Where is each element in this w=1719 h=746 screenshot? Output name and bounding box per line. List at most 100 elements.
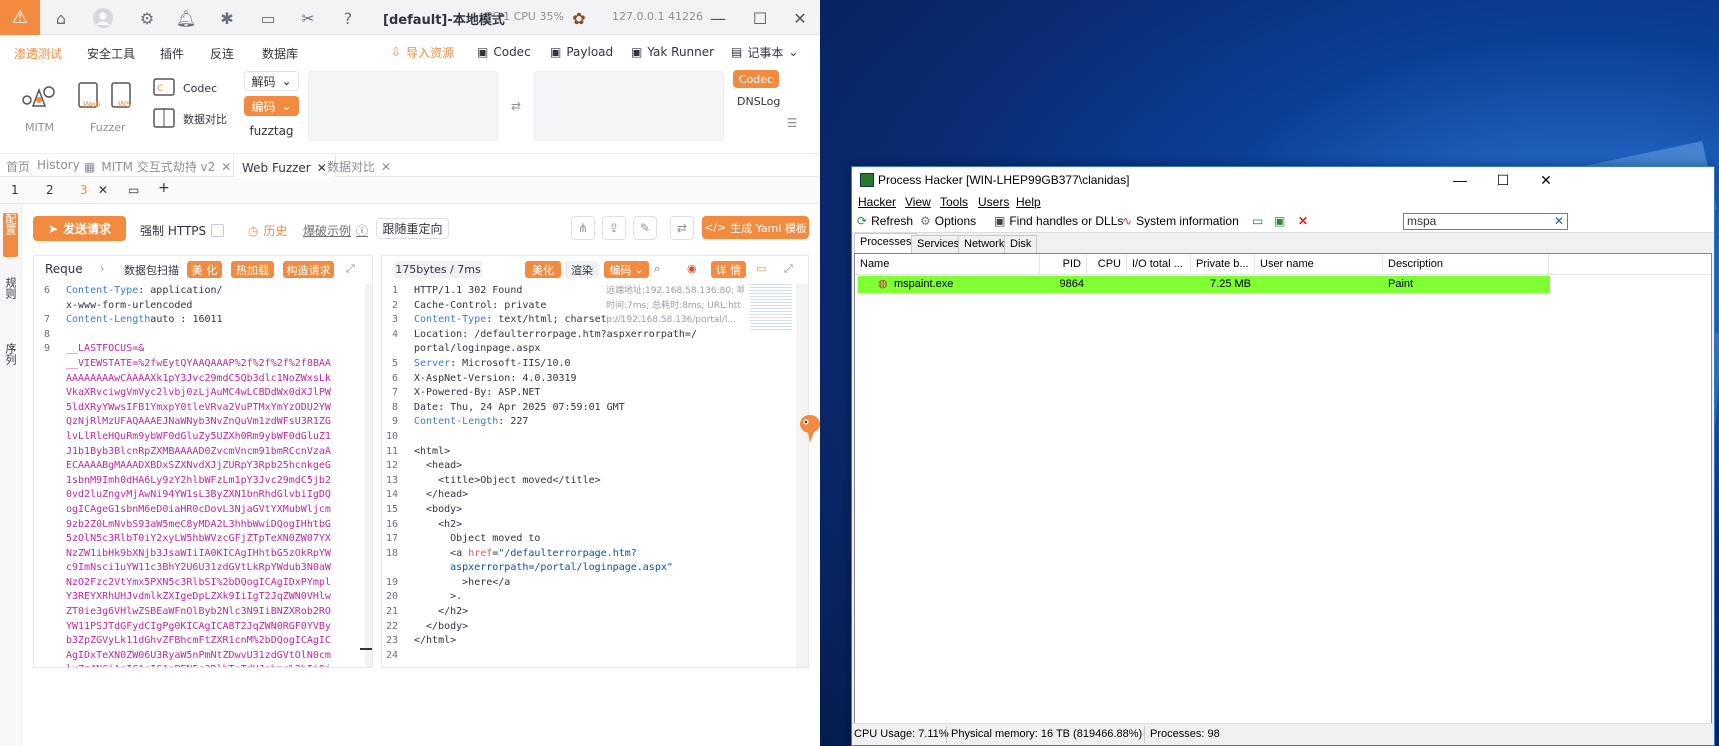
col-description[interactable]: Description [1383,254,1549,275]
render-button[interactable]: 渲染 [565,261,599,278]
col-user-name[interactable]: User name [1255,254,1383,275]
codec-input-area[interactable] [308,71,498,141]
warning-icon[interactable]: ⚠ [0,0,40,35]
col-io-total[interactable]: I/O total ... [1127,254,1191,275]
window-icon[interactable]: ▭ [1252,214,1263,228]
ph-tab-processes[interactable]: Processes [854,233,918,253]
beautify-button[interactable]: 美 化 [187,261,222,278]
request-scrollbar[interactable] [365,284,372,667]
yak-mascot-icon[interactable] [796,410,820,446]
col-pid[interactable]: PID [1040,254,1087,275]
response-editor[interactable]: 1 HTTP/1.1 302 Found 2 Cache-Control: priva… [382,284,808,663]
mitm-icon[interactable] [18,80,58,114]
home-icon[interactable]: ⌂ [50,7,72,29]
codec-side-button[interactable]: Codec [733,70,779,88]
export-icon[interactable]: ⇪ [602,216,626,240]
force-https-toggle[interactable]: 强制 HTTPS [140,222,225,239]
menu-database[interactable]: 数据库 [262,45,298,62]
sub-tab-1[interactable]: 1 [11,183,19,197]
table-row[interactable]: ◍ mspaint.exe 9864 7.25 MB Paint [858,276,1550,293]
encode-select[interactable]: 编码 ⌄ [244,96,299,116]
ph-menu-view[interactable]: View [905,195,931,209]
ph-find-handles-button[interactable]: ▣ Find handles or DLLs [994,214,1123,228]
sub-tab-2[interactable]: 2 [46,183,54,197]
ph-menu-users[interactable]: Users [978,195,1009,209]
generate-yaml-button[interactable]: </> 生成 Yaml 模板 [702,216,809,239]
minimize-icon[interactable]: — [1448,170,1472,190]
response-beautify-button[interactable]: 美化 [525,261,561,278]
tab-home[interactable]: 首页 [6,158,30,175]
swap-icon[interactable]: ⇄ [670,216,694,240]
send-request-button[interactable]: ➤ 发送请求 [33,216,126,241]
bug-icon[interactable]: ✱ [216,7,238,29]
close-icon[interactable]: ✕ [381,160,391,174]
filter-icon[interactable]: ☰ [783,114,801,132]
import-resources-button[interactable]: ⇩ 导入资源 [391,41,454,63]
close-icon[interactable]: ✕ [788,6,812,30]
add-tab-icon[interactable]: + [158,180,170,196]
notebook-top-button[interactable]: ▤ 记事本 ⌄ [731,41,798,63]
history-button[interactable]: ◷ 历史 [248,222,288,239]
payload-top-button[interactable]: ▣ Payload [550,41,613,63]
ph-refresh-button[interactable]: ⟳ Refresh [857,214,913,228]
response-encode-select[interactable]: 编码 ⌄ [604,261,649,278]
sidebar-sequence[interactable]: 序列 [3,343,18,373]
tab-compare[interactable]: 数据对比 ✕ [327,158,391,175]
col-private-bytes[interactable]: Private b... [1191,254,1255,275]
editor-minimap[interactable] [750,284,792,330]
fullscreen-icon[interactable]: ⤢ [346,262,355,276]
save-icon[interactable]: ▭ [128,183,139,197]
chevron-left-icon[interactable]: ‹ [78,262,82,275]
bell-icon[interactable]: 🔔︎ [175,7,197,29]
follow-redirect-button[interactable]: 跟随重定向 [376,218,449,239]
col-cpu[interactable]: CPU [1087,254,1127,275]
sidebar-config[interactable]: 配置 [3,213,18,257]
fuzztag-button[interactable]: fuzztag [244,121,299,141]
settings-icon[interactable]: ⚙ [136,7,158,29]
maximize-icon[interactable]: ☐ [748,6,772,30]
terminate-icon[interactable]: ✕ [1298,214,1308,228]
hotload-button[interactable]: 热加载 [231,261,274,278]
sub-tab-3[interactable]: 3 [80,183,88,197]
menu-reverse[interactable]: 反连 [210,45,234,62]
examples-link[interactable]: 爆破示例 ⓘ [303,222,368,239]
resize-handle[interactable] [360,648,372,650]
ph-system-info-button[interactable]: ∿ System information [1122,214,1239,228]
user-avatar-icon[interactable] [92,7,114,29]
ph-menu-hacker[interactable]: Hacker [858,195,896,209]
close-icon[interactable]: ✕ [1534,170,1558,190]
codec-output-area[interactable] [534,71,724,141]
help-icon[interactable]: ? [337,7,359,29]
close-icon[interactable]: ✕ [221,160,231,174]
tab-mitm[interactable]: ▦ MITM 交互式劫持 v2 ✕ [84,158,231,175]
minimize-icon[interactable]: — [706,6,730,30]
fullscreen-icon[interactable]: ⤢ [784,262,793,276]
menu-plugins[interactable]: 插件 [160,45,184,62]
search-icon[interactable]: ⌕ [654,262,660,276]
request-editor[interactable]: 6 Content-Type: application/x-www-form-ur… [34,284,372,667]
clear-search-icon[interactable]: ✕ [1554,214,1564,229]
ph-tab-disk[interactable]: Disk [1004,235,1038,253]
message-icon[interactable]: ▭ [756,262,766,275]
tools-icon[interactable]: ✂ [297,7,319,29]
share-icon[interactable]: ⋔ [571,216,595,240]
close-icon[interactable]: ✕ [317,161,327,175]
sidebar-rules[interactable]: 规则 [3,277,18,307]
menu-security-tools[interactable]: 安全工具 [87,45,135,62]
checkbox[interactable] [211,224,225,237]
ph-menu-tools[interactable]: Tools [940,195,968,209]
edit-icon[interactable]: ✎ [633,216,657,240]
find-window-icon[interactable]: ▣ [1274,214,1285,228]
swap-icon[interactable]: ⇄ [508,98,524,114]
close-icon[interactable]: ✕ [98,183,108,197]
ph-tab-network[interactable]: Network [958,235,1011,253]
codec-top-button[interactable]: ▣ Codec [477,41,531,63]
chevron-right-icon[interactable]: › [100,262,104,275]
ph-options-button[interactable]: ⚙ Options [920,214,976,228]
col-name[interactable]: Name [855,254,1040,275]
compare-tool-button[interactable]: 数据对比 [153,108,227,130]
ph-search-input[interactable]: mspa ✕ [1403,213,1568,230]
tab-history[interactable]: History [37,158,80,172]
response-scrollbar[interactable] [796,284,808,667]
dnslog-button[interactable]: DNSLog [737,95,780,108]
